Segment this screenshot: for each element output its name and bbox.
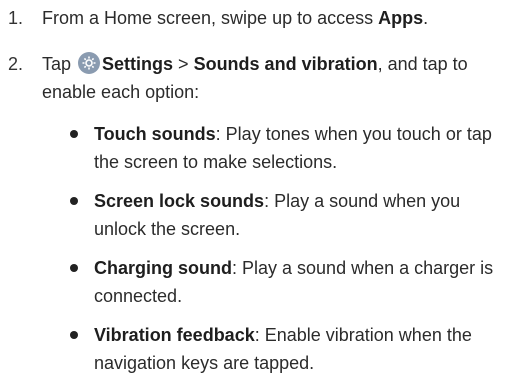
step-number: 2. [8,54,24,74]
settings-gear-icon [78,52,101,74]
step-text-post: . [423,8,429,28]
step-text-pre: Tap [42,54,77,74]
step-text: From a Home screen, swipe up to access A… [42,4,517,32]
step-2: 2. Tap Settings > Sounds and vibration, … [8,50,517,106]
bullet-dot [70,264,78,272]
option-text: Screen lock sounds: Play a sound when yo… [94,187,517,243]
option-touch-sounds: Touch sounds: Play tones when you touch … [70,120,517,176]
breadcrumb-separator: > [173,54,194,74]
option-title: Touch sounds [94,124,216,144]
bullet-dot [70,130,78,138]
option-charging-sound: Charging sound: Play a sound when a char… [70,254,517,310]
step-1: 1. From a Home screen, swipe up to acces… [8,4,517,32]
apps-label: Apps [378,8,424,28]
option-title: Screen lock sounds [94,191,265,211]
step-text-pre: From a Home screen, swipe up to access [42,8,379,28]
option-text: Vibration feedback: Enable vibration whe… [94,321,517,377]
bullet-dot [70,197,78,205]
sounds-and-vibration-label: Sounds and vibration [193,54,378,74]
step-text: Tap Settings > Sounds and vibration, and… [42,50,517,106]
step-number: 1. [8,8,24,28]
settings-label: Settings [102,54,174,74]
option-vibration-feedback: Vibration feedback: Enable vibration whe… [70,321,517,377]
option-text: Touch sounds: Play tones when you touch … [94,120,517,176]
option-title: Charging sound [94,258,232,278]
bullet-dot [70,331,78,339]
option-title: Vibration feedback [94,325,255,345]
option-screen-lock-sounds: Screen lock sounds: Play a sound when yo… [70,187,517,243]
option-text: Charging sound: Play a sound when a char… [94,254,517,310]
